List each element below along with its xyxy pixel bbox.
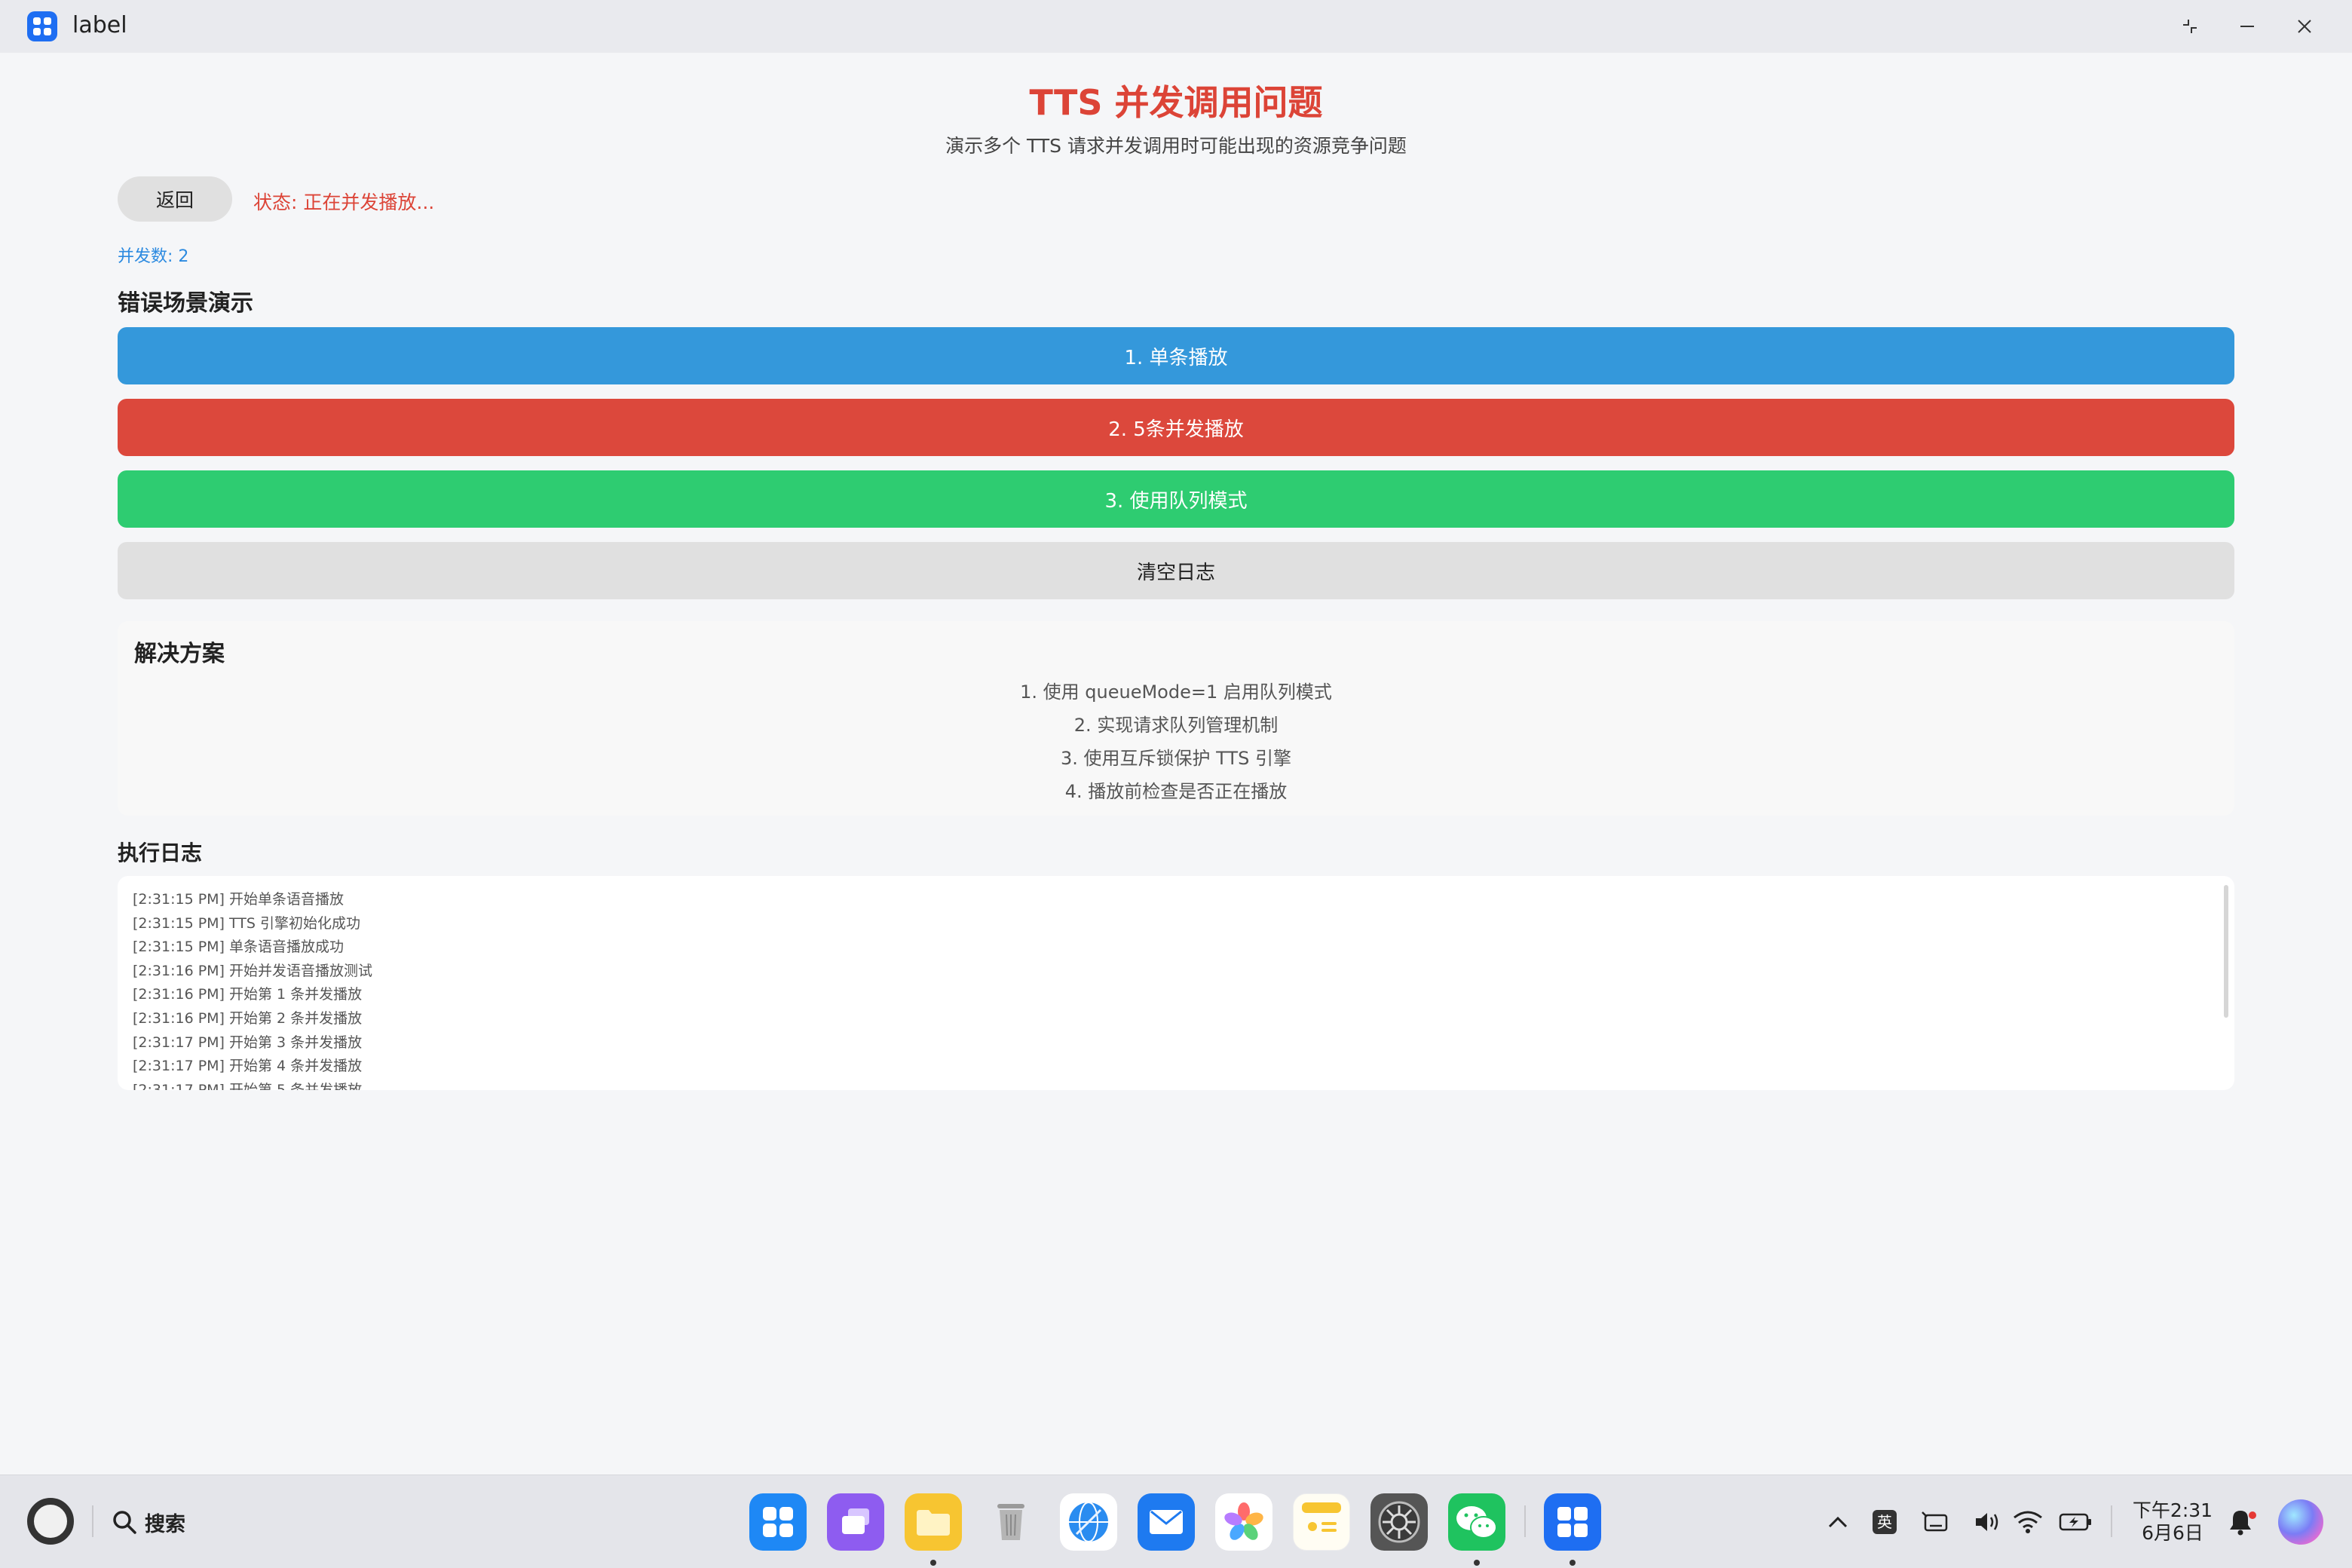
- mail-icon[interactable]: [1138, 1493, 1195, 1551]
- ime-label: 英: [1873, 1510, 1897, 1534]
- solution-card: 解决方案 1. 使用 queueMode=1 启用队列模式 2. 实现请求队列管…: [118, 621, 2234, 816]
- ime-indicator[interactable]: 英: [1871, 1505, 1898, 1539]
- clock-date: 6月6日: [2142, 1522, 2203, 1544]
- start-button[interactable]: [27, 1498, 74, 1545]
- battery-icon[interactable]: [2058, 1505, 2093, 1539]
- notification-badge: [2249, 1511, 2256, 1519]
- page-title: TTS 并发调用问题: [1029, 82, 1323, 123]
- log-list: [2:31:15 PM] 开始单条语音播放 [2:31:15 PM] TTS 引…: [133, 888, 2219, 1090]
- log-entry: [2:31:17 PM] 开始第 4 条并发播放: [133, 1058, 363, 1075]
- log-entry: [2:31:16 PM] 开始第 1 条并发播放: [133, 986, 363, 1003]
- back-button[interactable]: 返回: [118, 176, 232, 222]
- app-grid-icon: [27, 11, 57, 41]
- restore-icon[interactable]: [2175, 11, 2205, 41]
- clear-log-button[interactable]: 清空日志: [118, 542, 2234, 599]
- solution-item: 4. 播放前检查是否正在播放: [1064, 781, 1288, 802]
- photos-icon[interactable]: [1215, 1493, 1272, 1551]
- page-subtitle: 演示多个 TTS 请求并发调用时可能出现的资源竞争问题: [945, 135, 1407, 157]
- error-section-heading: 错误场景演示: [118, 290, 253, 317]
- title-bar: label: [0, 0, 2352, 53]
- running-indicator: [930, 1560, 936, 1566]
- concurrency-count: 并发数: 2: [118, 247, 189, 266]
- browser-icon[interactable]: [1060, 1493, 1117, 1551]
- solution-item: 2. 实现请求队列管理机制: [1073, 715, 1279, 736]
- search-label: 搜索: [145, 1512, 185, 1536]
- dock-divider: [1524, 1505, 1526, 1537]
- tray-divider: [2111, 1505, 2112, 1537]
- clock-time: 下午2:31: [2132, 1499, 2213, 1521]
- clock[interactable]: 下午2:31 6月6日: [2127, 1499, 2218, 1545]
- search-icon: [113, 1511, 136, 1534]
- taskbar-search[interactable]: 搜索: [112, 1505, 185, 1539]
- running-indicator: [1474, 1560, 1480, 1566]
- trash-icon[interactable]: [982, 1493, 1040, 1551]
- app-center-icon[interactable]: [749, 1493, 807, 1551]
- status-text: 状态: 正在并发播放...: [253, 191, 435, 213]
- files-icon[interactable]: [905, 1493, 962, 1551]
- single-play-button[interactable]: 1. 单条播放: [118, 327, 2234, 384]
- notification-bell-icon[interactable]: [2225, 1505, 2256, 1539]
- volume-icon[interactable]: [1972, 1505, 2002, 1539]
- log-panel[interactable]: [2:31:15 PM] 开始单条语音播放 [2:31:15 PM] TTS 引…: [118, 876, 2234, 1090]
- running-indicator: [1570, 1560, 1576, 1566]
- notes-icon[interactable]: [1293, 1493, 1350, 1551]
- chevron-up-icon[interactable]: [1823, 1505, 1853, 1539]
- solution-heading: 解决方案: [134, 641, 225, 667]
- taskbar: 搜索 英 下午2:31 6月6日: [0, 1475, 2352, 1568]
- log-entry: [2:31:17 PM] 开始第 5 条并发播放: [133, 1081, 363, 1090]
- minimize-icon[interactable]: [2232, 11, 2262, 41]
- log-scrollbar[interactable]: [2224, 885, 2228, 1018]
- log-entry: [2:31:15 PM] 单条语音播放成功: [133, 939, 344, 956]
- taskbar-divider: [92, 1505, 93, 1537]
- log-entry: [2:31:15 PM] TTS 引擎初始化成功: [133, 914, 360, 932]
- window-title: label: [72, 12, 127, 38]
- settings-icon[interactable]: [1370, 1493, 1428, 1551]
- solution-item: 1. 使用 queueMode=1 启用队列模式: [1020, 681, 1332, 703]
- solution-list: 1. 使用 queueMode=1 启用队列模式 2. 实现请求队列管理机制 3…: [118, 675, 2234, 808]
- wechat-icon[interactable]: [1448, 1493, 1505, 1551]
- log-entry: [2:31:15 PM] 开始单条语音播放: [133, 891, 344, 908]
- queue-mode-button[interactable]: 3. 使用队列模式: [118, 470, 2234, 528]
- log-entry: [2:31:16 PM] 开始第 2 条并发播放: [133, 1009, 363, 1027]
- multitask-icon[interactable]: [827, 1493, 884, 1551]
- close-icon[interactable]: [2289, 11, 2320, 41]
- keyboard-icon[interactable]: [1919, 1505, 1949, 1539]
- solution-item: 3. 使用互斥锁保护 TTS 引擎: [1061, 748, 1291, 769]
- log-entry: [2:31:16 PM] 开始并发语音播放测试: [133, 962, 373, 979]
- assistant-icon[interactable]: [2278, 1499, 2323, 1545]
- concurrent-play-button[interactable]: 2. 5条并发播放: [118, 399, 2234, 456]
- label-app-icon[interactable]: [1544, 1493, 1601, 1551]
- log-entry: [2:31:17 PM] 开始第 3 条并发播放: [133, 1034, 363, 1051]
- log-heading: 执行日志: [118, 841, 203, 865]
- wifi-icon[interactable]: [2011, 1505, 2044, 1539]
